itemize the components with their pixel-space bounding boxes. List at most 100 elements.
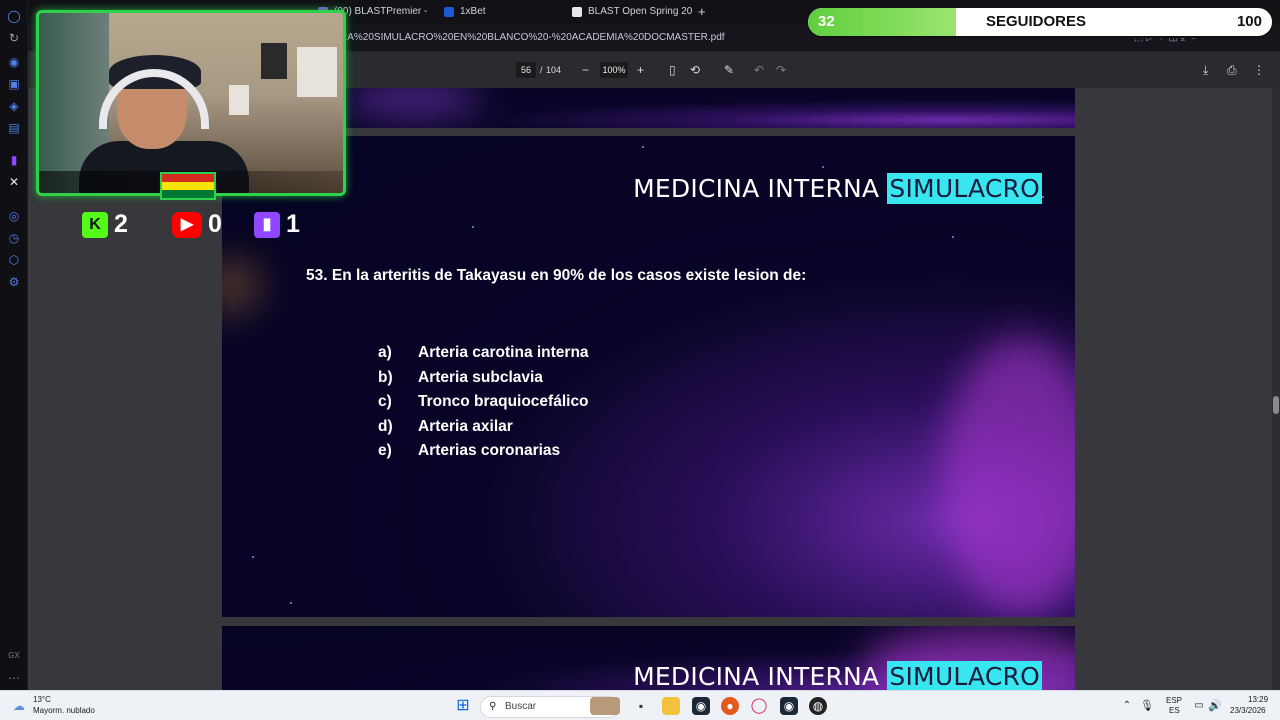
tab-label: BLAST Open Spring 2026 <box>588 6 692 17</box>
download-icon[interactable]: ⤓ <box>1203 62 1208 78</box>
youtube-counter: ▶ 0 <box>172 208 222 240</box>
weather-temp[interactable]: 13°C <box>33 695 51 704</box>
rotate-icon[interactable]: ⟲ <box>690 62 700 78</box>
zoom-out-button[interactable]: − <box>582 62 589 78</box>
start-icon[interactable]: ⊞ <box>454 697 472 715</box>
settings-icon[interactable]: ⚙ <box>6 274 22 290</box>
weather-icon[interactable]: ☁ <box>10 697 28 715</box>
tab-blast-open[interactable]: BLAST Open Spring 2026 <box>572 3 692 21</box>
page-separator: / <box>540 65 543 75</box>
twitch-sidebar-icon[interactable]: ▮ <box>6 152 22 168</box>
x-sidebar-icon[interactable]: ✕ <box>6 174 22 190</box>
youtube-count: 0 <box>208 210 222 238</box>
slide-title: MEDICINA INTERNA SIMULACRO <box>633 173 1042 204</box>
more-options-icon[interactable]: ⋮ <box>1253 62 1265 78</box>
new-tab-button[interactable]: + <box>694 3 714 21</box>
zoom-in-button[interactable]: + <box>637 62 644 78</box>
clock-time[interactable]: 13:29 <box>1248 695 1268 704</box>
star-dot <box>472 226 474 228</box>
option-text: Arteria subclavia <box>418 369 543 386</box>
option-key: a) <box>378 344 392 361</box>
draw-icon[interactable]: ✎ <box>724 62 734 78</box>
star-dot <box>290 602 292 604</box>
file-explorer-icon[interactable] <box>662 697 680 715</box>
twitch-counter: ▮ 1 <box>254 208 300 240</box>
search-placeholder: Buscar <box>505 701 537 712</box>
previous-slide <box>222 88 1075 128</box>
language-bottom[interactable]: ES <box>1169 706 1180 715</box>
option-c: c) Tronco braquiocefálico <box>378 393 589 411</box>
sidebar-item-6-icon[interactable]: ⬡ <box>6 252 22 268</box>
option-key: c) <box>378 393 392 410</box>
scrollbar-thumb[interactable] <box>1273 396 1279 414</box>
webcam-overlay <box>36 10 346 196</box>
question-text: 53. En la arteritis de Takayasu en 90% d… <box>306 267 807 284</box>
option-text: Tronco braquiocefálico <box>418 393 589 410</box>
history-icon[interactable]: ◷ <box>6 230 22 246</box>
twitch-icon: ▮ <box>254 212 280 239</box>
option-e: e) Arterias coronarias <box>378 442 560 460</box>
browser-sidebar: ◯ ↻ ◉ ▣ ◈ ▤ ▮ ✕ ◎ ◷ ⬡ ⚙ GX ⋯ <box>0 0 28 690</box>
tab-1xbet[interactable]: 1xBet <box>444 3 554 21</box>
option-d: d) Arteria axilar <box>378 418 513 436</box>
star-dot <box>952 236 954 238</box>
option-text: Arterias coronarias <box>418 442 561 459</box>
zoom-level[interactable]: 100% <box>600 62 628 78</box>
flag-stripe-yellow <box>162 182 214 190</box>
slide-glow <box>342 88 482 118</box>
kick-count: 2 <box>114 210 128 238</box>
more-icon[interactable]: ⋯ <box>6 670 22 686</box>
sidebar-item-2-icon[interactable]: ▣ <box>6 76 22 92</box>
option-text: Arteria carotina interna <box>418 344 589 361</box>
gx-icon[interactable]: GX <box>6 648 22 664</box>
clock-date[interactable]: 23/3/2026 <box>1230 706 1266 715</box>
app-icon[interactable]: ● <box>721 697 739 715</box>
star-dot <box>252 556 254 558</box>
refresh-icon[interactable]: ↻ <box>6 30 22 46</box>
page-number-input[interactable]: 56 <box>516 62 536 78</box>
option-key: d) <box>378 418 393 435</box>
sidebar-item-1-icon[interactable]: ◉ <box>6 54 22 70</box>
flag-stripe-red <box>162 174 214 182</box>
sidebar-item-5-icon[interactable]: ◎ <box>6 208 22 224</box>
option-key: b) <box>378 369 393 386</box>
weather-desc[interactable]: Mayorm. nublado <box>33 706 95 715</box>
redo-icon[interactable]: ↷ <box>776 62 786 78</box>
kick-icon: K <box>82 212 108 239</box>
tray-expand-icon[interactable]: ⌃ <box>1118 697 1136 715</box>
print-icon[interactable]: ⎙ <box>1227 62 1237 78</box>
fit-page-icon[interactable]: ▯ <box>669 62 676 78</box>
webcam-poster <box>297 47 337 97</box>
option-key: e) <box>378 442 392 459</box>
twitch-count: 1 <box>286 210 300 238</box>
1xbet-tab-icon <box>444 7 454 17</box>
microphone-icon[interactable]: 🎙 <box>1138 697 1156 715</box>
slide-glow <box>942 336 1075 616</box>
option-b: b) Arteria subclavia <box>378 369 543 387</box>
sidebar-item-4-icon[interactable]: ▤ <box>6 120 22 136</box>
goal-current: 32 <box>818 13 835 30</box>
kick-counter: K2 <box>82 208 128 240</box>
sidebar-item-3-icon[interactable]: ◈ <box>6 98 22 114</box>
volume-icon[interactable]: 🔊 <box>1206 697 1224 715</box>
steam-icon[interactable]: ◉ <box>692 697 710 715</box>
slide-title-main: MEDICINA INTERNA <box>633 174 880 203</box>
slide-title-highlight: SIMULACRO <box>887 173 1042 204</box>
undo-icon[interactable]: ↶ <box>754 62 764 78</box>
page-total: 104 <box>546 65 562 75</box>
opera-gx-taskbar-icon[interactable]: ◯ <box>750 697 768 715</box>
opera-gx-icon[interactable]: ◯ <box>6 8 22 24</box>
language-top[interactable]: ESP <box>1166 696 1182 705</box>
task-view-icon[interactable]: ▪ <box>632 697 650 715</box>
windows-taskbar: ☁ 13°C Mayorm. nublado ⊞ ⚲ Buscar ▪ ◉ ● … <box>0 690 1280 720</box>
flag-stripe-green <box>162 190 214 198</box>
star-dot <box>642 146 644 148</box>
vertical-scrollbar[interactable] <box>1272 88 1280 690</box>
obs-icon[interactable]: ◍ <box>809 697 827 715</box>
goal-label: SEGUIDORES <box>986 13 1087 30</box>
steam-taskbar-icon[interactable]: ◉ <box>780 697 798 715</box>
search-highlight-icon[interactable] <box>590 697 620 715</box>
tab-label: 1xBet <box>460 6 486 17</box>
url-text[interactable]: RA%20SIMULACRO%20EN%20BLANCO%20-%20ACADE… <box>340 32 725 43</box>
slide-title-highlight: SIMULACRO <box>887 661 1042 690</box>
